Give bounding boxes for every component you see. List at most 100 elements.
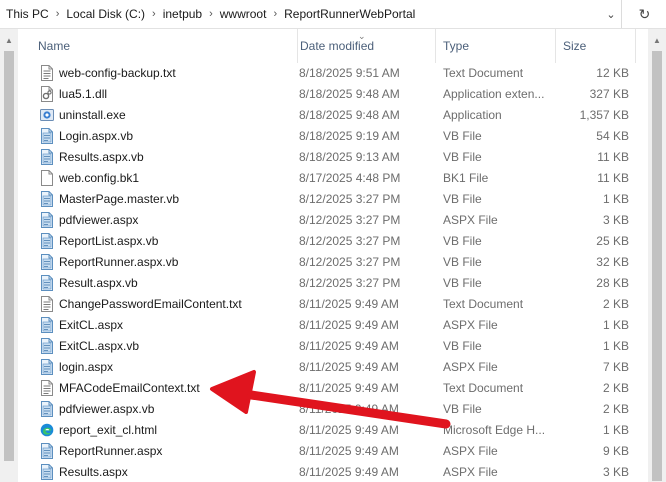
navigation-pane-scrollbar[interactable]: ▲ (0, 29, 18, 482)
column-header-size[interactable]: Size (556, 29, 636, 63)
file-type: VB File (443, 233, 482, 248)
file-size: 1 KB (602, 422, 629, 437)
file-name-cell[interactable]: login.aspx (40, 356, 298, 377)
file-name-cell[interactable]: MFACodeEmailContext.txt (40, 377, 298, 398)
file-date-modified: 8/18/2025 9:48 AM (299, 107, 400, 122)
file-row[interactable]: ReportRunner.aspx 8/11/2025 9:49 AM ASPX F… (18, 440, 648, 461)
file-row[interactable]: uninstall.exe 8/18/2025 9:48 AM Applicatio… (18, 104, 648, 125)
file-name: login.aspx (59, 359, 114, 374)
file-row[interactable]: login.aspx 8/11/2025 9:49 AM ASPX File 7 KB (18, 356, 648, 377)
file-row[interactable]: Result.aspx.vb 8/12/2025 3:27 PM VB File 28… (18, 272, 648, 293)
file-name: web-config-backup.txt (59, 65, 176, 80)
file-name: Login.aspx.vb (59, 128, 134, 143)
file-row[interactable]: lua5.1.dll 8/18/2025 9:48 AM Application e… (18, 83, 648, 104)
breadcrumb-item[interactable]: Local Disk (C:) (66, 7, 145, 21)
scrollbar-thumb[interactable] (652, 51, 662, 481)
breadcrumb-item[interactable]: This PC (6, 7, 49, 21)
file-list: web-config-backup.txt 8/18/2025 9:51 AM Te… (18, 62, 648, 482)
file-row[interactable]: Results.aspx 8/11/2025 9:49 AM ASPX File 3 … (18, 461, 648, 482)
file-type: Application (443, 107, 502, 122)
refresh-icon[interactable]: ↻ (623, 0, 666, 28)
file-date-modified: 8/12/2025 3:27 PM (299, 233, 401, 248)
file-row[interactable]: MFACodeEmailContext.txt 8/11/2025 9:49 AM… (18, 377, 648, 398)
file-date-modified: 8/12/2025 3:27 PM (299, 254, 401, 269)
file-size: 3 KB (602, 464, 629, 479)
file-name-cell[interactable]: MasterPage.master.vb (40, 188, 298, 209)
file-type: VB File (443, 149, 482, 164)
file-name-cell[interactable]: report_exit_cl.html (40, 419, 298, 440)
file-type: VB File (443, 401, 482, 416)
breadcrumb-separator-icon[interactable]: › (56, 8, 60, 20)
file-name-cell[interactable]: Results.aspx.vb (40, 146, 298, 167)
file-type: Application exten... (443, 86, 545, 101)
code-file-icon (40, 316, 54, 333)
file-row[interactable]: report_exit_cl.html 8/11/2025 9:49 AM Micr… (18, 419, 648, 440)
breadcrumb-item[interactable]: inetpub (163, 7, 202, 21)
file-row[interactable]: pdfviewer.aspx 8/12/2025 3:27 PM ASPX File… (18, 209, 648, 230)
file-name: ExitCL.aspx (59, 317, 124, 332)
file-name-cell[interactable]: ReportRunner.aspx.vb (40, 251, 298, 272)
file-name-cell[interactable]: lua5.1.dll (40, 83, 298, 104)
breadcrumb-item[interactable]: wwwroot (220, 7, 267, 21)
file-list-scrollbar[interactable]: ▲ (648, 29, 666, 482)
column-header-row: Name Date modified ⌄ Type Size (18, 29, 648, 63)
file-name-cell[interactable]: pdfviewer.aspx (40, 209, 298, 230)
scrollbar-thumb[interactable] (4, 51, 14, 461)
file-size: 25 KB (596, 233, 629, 248)
file-name-cell[interactable]: ReportList.aspx.vb (40, 230, 298, 251)
file-name: ReportRunner.aspx (59, 443, 163, 458)
file-name-cell[interactable]: web.config.bk1 (40, 167, 298, 188)
file-row[interactable]: Results.aspx.vb 8/18/2025 9:13 AM VB File 1… (18, 146, 648, 167)
file-row[interactable]: ExitCL.aspx 8/11/2025 9:49 AM ASPX File 1 K… (18, 314, 648, 335)
breadcrumb[interactable]: This PC › Local Disk (C:) › inetpub › wwwroot ›… (0, 0, 622, 28)
file-name: uninstall.exe (59, 107, 126, 122)
file-date-modified: 8/11/2025 9:49 AM (299, 359, 399, 374)
file-name-cell[interactable]: ReportRunner.aspx (40, 440, 298, 461)
file-name-cell[interactable]: Login.aspx.vb (40, 125, 298, 146)
address-history-chevron-icon[interactable]: ⌄ (600, 0, 622, 28)
file-name-cell[interactable]: web-config-backup.txt (40, 62, 298, 83)
file-row[interactable]: ReportList.aspx.vb 8/12/2025 3:27 PM VB Fi… (18, 230, 648, 251)
file-row[interactable]: ReportRunner.aspx.vb 8/12/2025 3:27 PM VB … (18, 251, 648, 272)
file-name: Results.aspx (59, 464, 128, 479)
file-name-cell[interactable]: ExitCL.aspx.vb (40, 335, 298, 356)
file-size: 28 KB (596, 275, 629, 290)
file-name-cell[interactable]: Result.aspx.vb (40, 272, 298, 293)
file-name-cell[interactable]: uninstall.exe (40, 104, 298, 125)
file-row[interactable]: web.config.bk1 8/17/2025 4:48 PM BK1 File 1… (18, 167, 648, 188)
exe-file-icon (40, 107, 54, 123)
breadcrumb-item[interactable]: ReportRunnerWebPortal (284, 7, 415, 21)
column-header-name[interactable]: Name (30, 29, 298, 63)
column-header-type[interactable]: Type (436, 29, 556, 63)
file-row[interactable]: web-config-backup.txt 8/18/2025 9:51 AM Te… (18, 62, 648, 83)
file-name: Results.aspx.vb (59, 149, 144, 164)
file-size: 327 KB (589, 86, 629, 101)
file-name-cell[interactable]: pdfviewer.aspx.vb (40, 398, 298, 419)
file-date-modified: 8/12/2025 3:27 PM (299, 191, 401, 206)
file-date-modified: 8/11/2025 9:49 AM (299, 443, 399, 458)
file-date-modified: 8/12/2025 3:27 PM (299, 275, 401, 290)
breadcrumb-separator-icon[interactable]: › (273, 8, 277, 20)
breadcrumb-separator-icon[interactable]: › (152, 8, 156, 20)
code-file-icon (40, 253, 54, 270)
file-name-cell[interactable]: ChangePasswordEmailContent.txt (40, 293, 298, 314)
scroll-up-arrow-icon[interactable]: ▲ (652, 37, 662, 45)
file-row[interactable]: ChangePasswordEmailContent.txt 8/11/2025 … (18, 293, 648, 314)
file-type: VB File (443, 254, 482, 269)
file-row[interactable]: pdfviewer.aspx.vb 8/11/2025 9:49 AM VB Fil… (18, 398, 648, 419)
code-file-icon (40, 190, 54, 207)
text-file-icon (40, 379, 54, 396)
file-date-modified: 8/11/2025 9:49 AM (299, 380, 399, 395)
file-row[interactable]: MasterPage.master.vb 8/12/2025 3:27 PM VB … (18, 188, 648, 209)
file-name-cell[interactable]: ExitCL.aspx (40, 314, 298, 335)
file-name: ChangePasswordEmailContent.txt (59, 296, 242, 311)
file-date-modified: 8/18/2025 9:48 AM (299, 86, 400, 101)
scroll-up-arrow-icon[interactable]: ▲ (4, 37, 14, 45)
file-row[interactable]: Login.aspx.vb 8/18/2025 9:19 AM VB File 54 … (18, 125, 648, 146)
file-row[interactable]: ExitCL.aspx.vb 8/11/2025 9:49 AM VB File 1 … (18, 335, 648, 356)
file-name-cell[interactable]: Results.aspx (40, 461, 298, 482)
code-file-icon (40, 337, 54, 354)
file-date-modified: 8/11/2025 9:49 AM (299, 317, 399, 332)
file-name: ReportRunner.aspx.vb (59, 254, 179, 269)
breadcrumb-separator-icon[interactable]: › (209, 8, 213, 20)
